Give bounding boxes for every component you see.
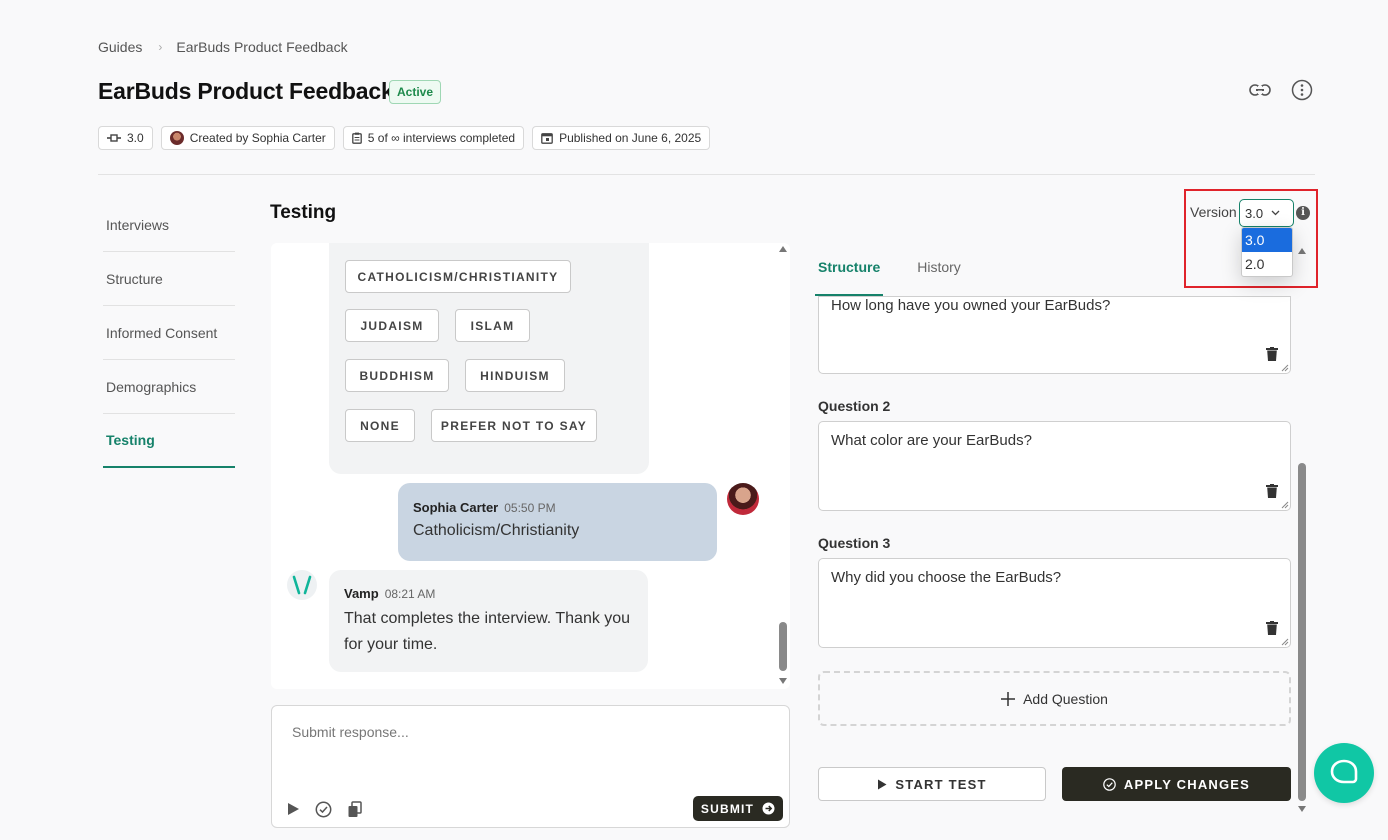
question-2-input[interactable]: What color are your EarBuds? [818,421,1291,511]
message-text: That completes the interview. Thank you … [344,610,631,653]
user-message: Sophia Carter 05:50 PM Catholicism/Christ… [398,483,717,561]
message-text: Catholicism/Christianity [413,522,580,539]
nav-item-testing[interactable]: Testing [103,414,235,468]
breadcrumb: Guides › EarBuds Product Feedback [98,39,348,55]
chat-scroll-down[interactable] [779,678,787,684]
resize-handle-icon[interactable] [1281,364,1289,372]
version-option-2-0[interactable]: 2.0 [1242,252,1292,276]
version-select[interactable]: 3.0 [1239,199,1294,227]
breadcrumb-separator: › [158,40,163,54]
trash-icon[interactable] [1266,484,1278,498]
check-circle-icon [1103,777,1116,791]
bot-avatar [287,570,317,600]
option-hinduism[interactable]: HINDUISM [465,359,565,392]
right-scrollbar[interactable] [1298,463,1306,801]
resize-handle-icon[interactable] [1281,638,1289,646]
add-question-label: Add Question [1023,690,1108,707]
option-islam[interactable]: ISLAM [455,309,530,342]
info-icon[interactable]: i [1296,206,1310,220]
version-option-3-0[interactable]: 3.0 [1242,228,1292,252]
page-title: EarBuds Product Feedback [98,78,394,104]
chat-bubble-icon [1330,759,1358,784]
nav-item-structure[interactable]: Structure [103,252,235,306]
version-chip-label: 3.0 [127,131,144,145]
chat-scrollbar[interactable] [779,622,787,671]
arrow-right-circle-icon [762,802,775,815]
right-scroll-down[interactable] [1298,806,1306,812]
status-badge: Active [389,80,442,104]
plus-icon [1001,691,1016,706]
version-chip: 3.0 [98,126,153,150]
vamp-logo-icon [292,575,312,595]
creator-avatar [169,131,184,145]
interviews-label: 5 of ∞ interviews completed [367,131,516,145]
copy-icon[interactable] [346,800,364,818]
options-bubble: CATHOLICISM/CHRISTIANITY JUDAISM ISLAM B… [329,243,649,474]
option-buddhism[interactable]: BUDDHISM [345,359,449,392]
nav-item-interviews[interactable]: Interviews [103,198,235,252]
section-nav: Interviews Structure Informed Consent De… [103,198,235,468]
version-dropdown: 3.0 2.0 [1241,227,1293,277]
breadcrumb-current[interactable]: EarBuds Product Feedback [176,39,347,55]
message-sender: Vamp [344,586,379,601]
right-panel-tabs: Structure History [815,255,964,296]
header-divider [98,174,1315,175]
commit-icon [107,134,121,142]
option-catholicism[interactable]: CATHOLICISM/CHRISTIANITY [345,260,571,293]
bot-message: Vamp 08:21 AM That completes the intervie… [329,570,648,672]
question-1-input[interactable]: How long have you owned your EarBuds? [818,296,1291,374]
submit-label: SUBMIT [700,801,755,816]
play-icon [878,779,887,789]
help-chat-button[interactable] [1314,743,1374,803]
published-chip: Published on June 6, 2025 [532,126,711,150]
interviews-chip: 5 of ∞ interviews completed [342,126,525,150]
message-time: 08:21 AM [384,587,436,601]
tab-structure[interactable]: Structure [815,255,884,296]
start-test-label: START TEST [895,776,987,792]
option-none[interactable]: NONE [345,409,415,442]
section-title: Testing [270,202,337,223]
meta-row: 3.0 Created by Sophia Carter 5 of ∞ inte… [98,126,711,150]
breadcrumb-root[interactable]: Guides [98,39,142,55]
more-options-icon[interactable] [1291,79,1313,101]
link-icon[interactable] [1249,79,1271,101]
creator-chip: Created by Sophia Carter [160,126,335,150]
resize-handle-icon[interactable] [1281,501,1289,509]
version-selected-value: 3.0 [1245,205,1264,221]
option-judaism[interactable]: JUDAISM [345,309,439,342]
response-placeholder: Submit response... [292,724,409,740]
version-label: Version [1190,204,1237,220]
question-3-input[interactable]: Why did you choose the EarBuds? [818,558,1291,648]
trash-icon[interactable] [1266,347,1278,361]
question-3-label: Question 3 [818,535,891,551]
chat-panel: CATHOLICISM/CHRISTIANITY JUDAISM ISLAM B… [271,243,790,689]
apply-changes-label: APPLY CHANGES [1123,776,1251,792]
nav-item-demographics[interactable]: Demographics [103,360,235,414]
response-input[interactable]: Submit response... SUBMIT [271,705,790,828]
tab-history[interactable]: History [914,255,964,296]
play-icon[interactable] [284,800,302,818]
chat-scroll-up[interactable] [779,246,787,252]
clipboard-icon [351,132,362,144]
add-question-button[interactable]: Add Question [818,671,1291,726]
user-avatar [727,483,759,515]
creator-label: Created by Sophia Carter [189,131,326,145]
check-circle-icon[interactable] [314,800,332,818]
message-time: 05:50 PM [504,501,556,515]
apply-changes-button[interactable]: APPLY CHANGES [1062,767,1291,801]
start-test-button[interactable]: START TEST [818,767,1046,801]
calendar-icon [541,133,553,144]
nav-item-informed-consent[interactable]: Informed Consent [103,306,235,360]
message-sender: Sophia Carter [413,500,499,515]
option-prefer-not-to-say[interactable]: PREFER NOT TO SAY [431,409,597,442]
trash-icon[interactable] [1266,621,1278,635]
submit-button[interactable]: SUBMIT [693,796,783,821]
published-label: Published on June 6, 2025 [559,131,702,145]
question-2-label: Question 2 [818,398,891,414]
chevron-down-icon [1271,210,1280,216]
